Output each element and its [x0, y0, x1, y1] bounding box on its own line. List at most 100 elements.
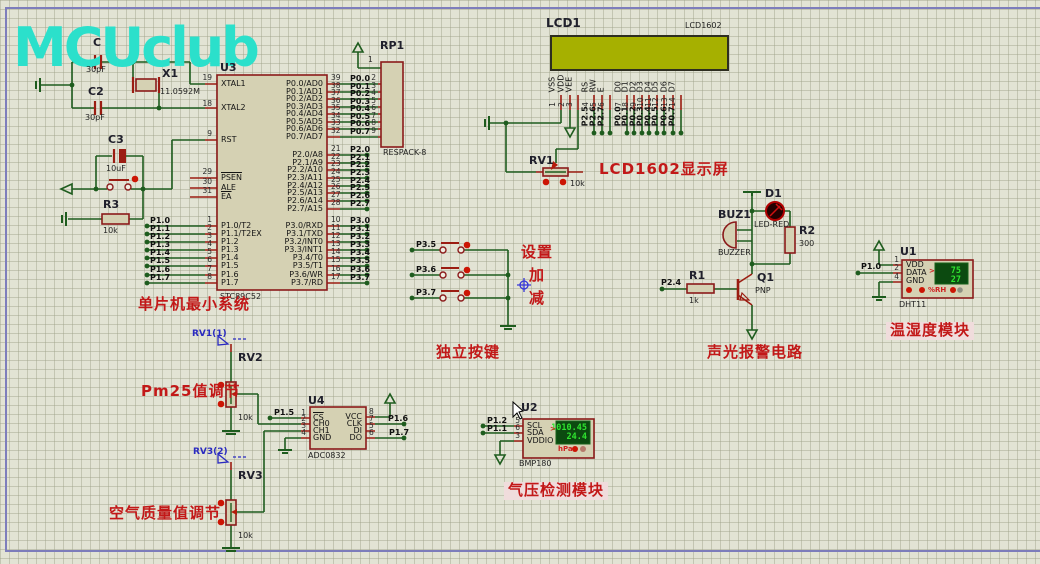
dht-humidity-up-dot[interactable]	[919, 287, 925, 293]
reset-button[interactable]	[125, 184, 131, 190]
key-set-actuator-dot[interactable]	[464, 242, 471, 249]
power-arrow-icon	[61, 43, 884, 464]
r1-ref: R1	[689, 270, 705, 282]
u3-pin-xtal1: XTAL1	[221, 80, 246, 88]
net-p1-7: P1.7	[150, 274, 170, 282]
dht-num-2: 2	[894, 264, 899, 272]
key-minus-button[interactable]	[440, 295, 446, 301]
rv1-down-dot[interactable]	[543, 179, 550, 186]
u3-num-19: 19	[202, 74, 212, 82]
u3-num-31: 31	[202, 187, 212, 195]
lcd-net-d7: P0.7	[669, 106, 677, 126]
bmp-unit: hPa	[558, 446, 573, 453]
rp1-ref: RP1	[380, 40, 404, 52]
buz1-ref: BUZ1	[718, 209, 751, 221]
c1-value: 30pF	[86, 66, 106, 74]
buzzer-icon	[723, 222, 736, 248]
rv1-up-dot[interactable]	[560, 179, 567, 186]
dht-temp-dot[interactable]	[950, 287, 956, 293]
dht-arrow: >	[929, 268, 935, 275]
r1-body	[687, 284, 714, 293]
bmp-adjust-dot-dim[interactable]	[580, 446, 586, 452]
rp1-num-1: 1	[368, 56, 373, 64]
lcd-pin-e: E	[598, 87, 606, 92]
alarm-caption: 声光报警电路	[707, 345, 803, 361]
schematic-canvas: MCUclubC30pFX111.0592MC230pFC310uFR310kU…	[0, 0, 1040, 564]
u3-pin-p07: P0.7/AD7	[286, 133, 323, 141]
u3-num-28: 28	[331, 199, 341, 207]
rv2-value: 10k	[238, 414, 253, 422]
r2-body	[785, 227, 795, 253]
net-p1-6-adc: P1.6	[388, 415, 408, 423]
rp1-part: RESPACK-8	[383, 149, 426, 157]
key-plus-button[interactable]	[440, 272, 446, 278]
u3-num-30: 30	[202, 178, 212, 186]
pm25-caption: Pm25值调节	[141, 384, 241, 400]
key-set-label: 设置	[521, 245, 553, 261]
net-p3-7: P3.7	[350, 274, 370, 282]
c3-polar-block	[119, 149, 126, 163]
rv2-ref: RV2	[238, 352, 263, 364]
c2-value: 30pF	[85, 114, 105, 122]
key-plus-button[interactable]	[458, 272, 464, 278]
u3-pin-p27: P2.7/A15	[287, 205, 323, 213]
adc-num-6: 6	[369, 429, 374, 437]
u2-part: BMP180	[519, 460, 551, 468]
u3-num-29: 29	[202, 168, 212, 176]
key-plus-actuator-dot[interactable]	[464, 267, 471, 274]
dht-grey-dot	[957, 287, 963, 293]
u3-num-8: 8	[207, 273, 212, 281]
key-minus-actuator-dot[interactable]	[464, 290, 471, 297]
led-red-icon	[766, 202, 784, 220]
u3-ref: U3	[220, 62, 237, 74]
net-key-p37: P3.7	[416, 289, 436, 297]
net-p1-1-bmp: P1.1	[487, 425, 507, 433]
rv2-down-dot[interactable]	[218, 401, 225, 408]
u4-part: ADC0832	[308, 452, 346, 460]
lcd-pin-vee: VEE	[566, 77, 574, 93]
rp1-body	[381, 62, 403, 147]
lcd-screen	[551, 36, 728, 70]
net-p2-7: P2.7	[350, 200, 370, 208]
probe-rv1: RV1(1)	[192, 330, 227, 339]
u1-part: DHT11	[899, 301, 926, 309]
u3-num-17: 17	[331, 273, 341, 281]
bmp-num-3: 3	[515, 432, 520, 440]
dht-reading-temp: 27	[951, 275, 961, 285]
u3-num-9: 9	[207, 130, 212, 138]
x1-value: 11.0592M	[160, 88, 200, 96]
lcd1-ref: LCD1	[546, 17, 581, 30]
c2-ref: C2	[88, 86, 104, 98]
u3-pin-xtal2: XTAL2	[221, 104, 246, 112]
dht-num-4: 4	[894, 273, 899, 281]
d1-ref: D1	[765, 188, 782, 200]
r3-body	[102, 214, 129, 224]
lcd1-part: LCD1602	[685, 22, 722, 30]
d1-part: LED-RED	[754, 221, 789, 229]
key-plus-label: 加	[529, 268, 545, 284]
u3-num-32: 32	[331, 127, 341, 135]
reset-actuator-dot[interactable]	[132, 176, 139, 183]
u3-pin-psen: PSEN	[221, 174, 242, 182]
key-set-button[interactable]	[440, 247, 446, 253]
ground-icon	[36, 78, 886, 551]
q1-ref: Q1	[757, 272, 774, 284]
reset-button[interactable]	[107, 184, 113, 190]
lcd-net-e: P2.7	[598, 106, 606, 126]
lcd-pin-d7: D7	[669, 81, 677, 92]
q1-part: PNP	[755, 287, 771, 295]
buz1-part: BUZZER	[718, 249, 751, 257]
r1-value: 1k	[689, 297, 699, 305]
u3-pin-p17: P1.7	[221, 279, 239, 287]
x1-body	[136, 79, 156, 91]
mcu-caption: 单片机最小系统	[138, 297, 250, 313]
key-set-button[interactable]	[458, 247, 464, 253]
bmp-caption: 气压检测模块	[504, 482, 608, 500]
air-caption: 空气质量值调节	[109, 506, 221, 522]
bmp-arrow: >	[550, 426, 556, 433]
dht-humidity-down-dot[interactable]	[906, 287, 912, 293]
dht-caption: 温湿度模块	[886, 322, 974, 340]
net-p0-7: P0.7	[350, 128, 370, 136]
key-minus-button[interactable]	[458, 295, 464, 301]
u3-pin-rst: RST	[221, 136, 237, 144]
